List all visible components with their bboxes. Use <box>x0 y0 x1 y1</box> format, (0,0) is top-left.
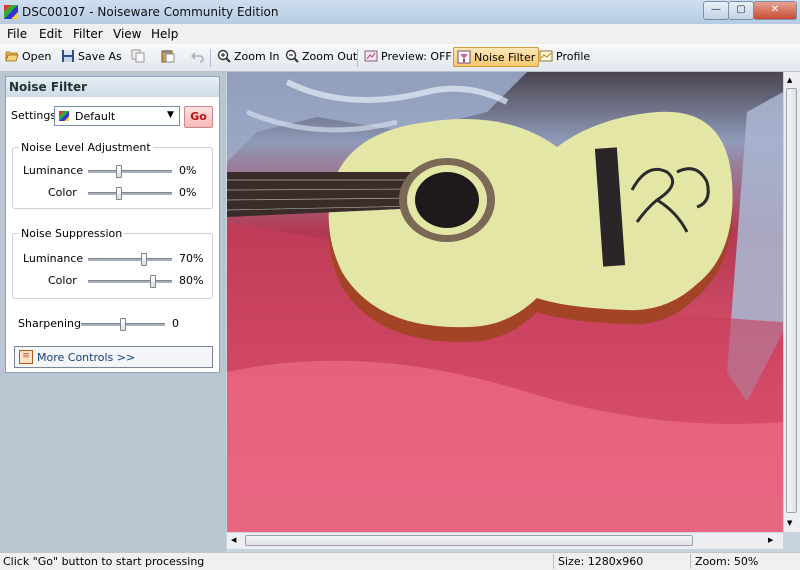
open-label: Open <box>22 50 52 63</box>
zoom-in-button[interactable]: Zoom In <box>214 47 282 67</box>
horizontal-scroll-thumb[interactable] <box>245 535 693 546</box>
profile-icon <box>539 50 553 62</box>
photo-guitar <box>227 72 783 532</box>
scroll-up-icon[interactable]: ▲ <box>787 76 792 84</box>
menu-view[interactable]: View <box>113 27 141 41</box>
panel-title: Noise Filter <box>6 77 219 97</box>
preset-icon <box>59 111 69 121</box>
scroll-right-icon[interactable]: ▶ <box>768 536 773 544</box>
vertical-scrollbar[interactable]: ▲ ▼ <box>783 72 800 532</box>
sharpening-thumb[interactable] <box>120 318 126 331</box>
undo-icon <box>191 52 204 63</box>
noise-suppression-group: Noise Suppression Luminance 70% Color 80… <box>12 227 213 299</box>
ns-color-label: Color <box>48 274 77 287</box>
paste-button[interactable] <box>158 47 181 67</box>
toolbar-separator <box>210 49 211 67</box>
title-bar: DSC00107 - Noiseware Community Edition —… <box>0 0 800 25</box>
ns-luminance-thumb[interactable] <box>141 253 148 266</box>
floppy-icon <box>62 50 74 62</box>
copy-button[interactable] <box>128 47 151 67</box>
zoom-out-label: Zoom Out <box>302 50 358 63</box>
vertical-scroll-thumb[interactable] <box>786 88 797 513</box>
nl-color-label: Color <box>48 186 77 199</box>
nl-color-value: 0% <box>179 186 197 199</box>
ns-luminance-slider[interactable] <box>88 253 172 266</box>
go-button[interactable]: Go <box>184 106 213 128</box>
status-separator <box>690 554 691 569</box>
toolbar-separator <box>357 49 358 67</box>
settings-dropdown[interactable]: Default ▼ <box>54 106 180 126</box>
noise-filter-label: Noise Filter <box>474 51 536 64</box>
scroll-down-icon[interactable]: ▼ <box>787 519 792 527</box>
settings-label: Settings <box>11 109 57 122</box>
open-button[interactable]: Open <box>2 47 54 67</box>
preview-toggle-button[interactable]: Preview: OFF <box>361 47 455 67</box>
noise-level-title: Noise Level Adjustment <box>19 141 153 154</box>
window-title: DSC00107 - Noiseware Community Edition <box>22 5 279 19</box>
menu-help[interactable]: Help <box>151 27 178 41</box>
zoom-in-icon <box>217 49 231 63</box>
scroll-left-icon[interactable]: ◀ <box>231 536 236 544</box>
nl-luminance-thumb[interactable] <box>116 165 123 178</box>
menu-edit[interactable]: Edit <box>39 27 62 41</box>
status-zoom: Zoom: 50% <box>695 555 759 568</box>
toolbar: Open Save As Zoom In Zoom Out Preview: O… <box>0 44 800 72</box>
dropdown-arrow-icon: ▼ <box>167 110 174 120</box>
image-viewport[interactable] <box>227 72 783 532</box>
controls-icon: ≡ <box>19 350 33 364</box>
undo-button[interactable] <box>188 47 211 67</box>
nl-luminance-label: Luminance <box>23 164 84 177</box>
nl-luminance-value: 0% <box>179 164 197 177</box>
noise-filter-button[interactable]: Noise Filter <box>453 47 540 67</box>
more-controls-button[interactable]: ≡ More Controls >> <box>14 346 213 368</box>
ns-luminance-value: 70% <box>179 252 204 265</box>
zoom-out-icon <box>285 49 299 63</box>
horizontal-scrollbar[interactable]: ◀ ▶ <box>227 532 783 549</box>
maximize-button[interactable]: ▢ <box>728 1 754 20</box>
menu-filter[interactable]: Filter <box>73 27 103 41</box>
status-separator <box>553 554 554 569</box>
menu-bar: File Edit Filter View Help <box>0 24 800 44</box>
preview-label: Preview: OFF <box>381 50 452 63</box>
more-controls-label: More Controls >> <box>37 351 136 364</box>
folder-open-icon <box>5 51 19 62</box>
menu-file[interactable]: File <box>7 27 27 41</box>
preview-icon <box>364 50 378 62</box>
noise-filter-panel: Noise Filter Settings Default ▼ Go Noise… <box>5 76 220 373</box>
copy-icon <box>131 49 145 63</box>
nl-color-thumb[interactable] <box>116 187 123 200</box>
app-icon <box>4 5 18 19</box>
zoom-out-button[interactable]: Zoom Out <box>282 47 360 67</box>
noise-filter-icon <box>457 50 471 64</box>
close-button[interactable]: ✕ <box>753 1 797 20</box>
nl-color-slider[interactable] <box>88 187 172 200</box>
save-as-label: Save As <box>78 50 122 63</box>
profile-button[interactable]: Profile <box>536 47 593 67</box>
nl-luminance-slider[interactable] <box>88 165 172 178</box>
profile-label: Profile <box>556 50 591 63</box>
noise-suppression-title: Noise Suppression <box>19 227 125 240</box>
ns-color-value: 80% <box>179 274 204 287</box>
status-bar: Click "Go" button to start processing Si… <box>0 552 800 570</box>
minimize-button[interactable]: — <box>703 1 729 20</box>
status-message: Click "Go" button to start processing <box>3 555 205 568</box>
paste-icon <box>161 50 175 63</box>
noise-level-group: Noise Level Adjustment Luminance 0% Colo… <box>12 141 213 209</box>
ns-color-thumb[interactable] <box>149 275 156 288</box>
save-as-button[interactable]: Save As <box>58 47 125 67</box>
ns-color-slider[interactable] <box>88 275 172 288</box>
sharpening-value: 0 <box>172 317 179 330</box>
sharpening-slider[interactable] <box>81 318 165 331</box>
settings-value: Default <box>75 110 116 123</box>
sharpening-label: Sharpening <box>18 317 81 330</box>
zoom-in-label: Zoom In <box>234 50 280 63</box>
ns-luminance-label: Luminance <box>23 252 84 265</box>
status-size: Size: 1280x960 <box>558 555 644 568</box>
